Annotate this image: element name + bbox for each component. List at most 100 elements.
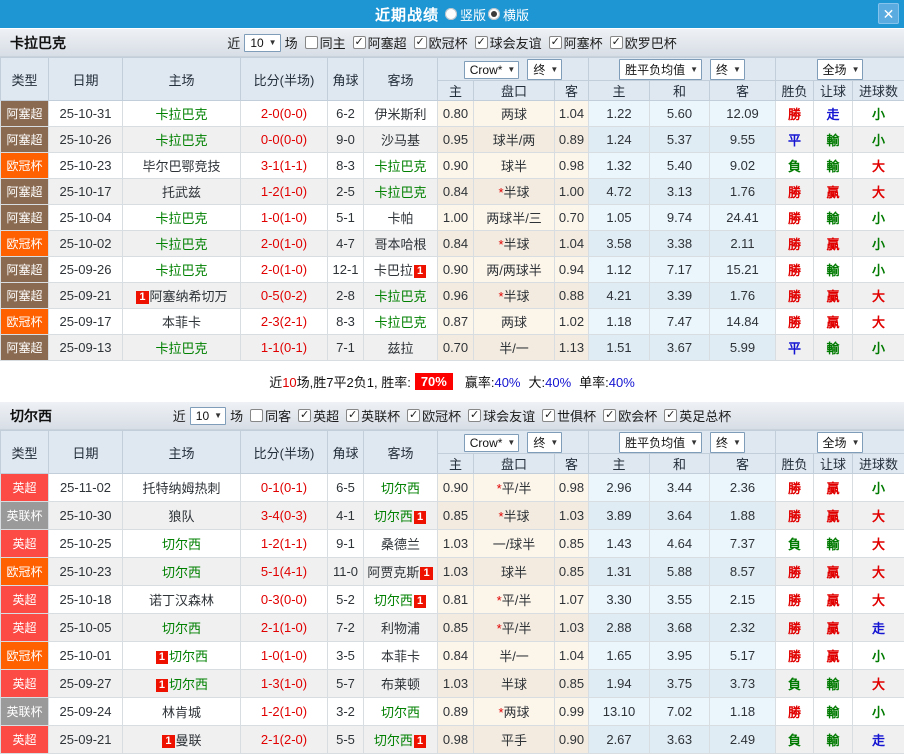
match-count-select[interactable]: 10 ▼ <box>190 407 226 425</box>
odds-source-select[interactable]: Crow* ▼ <box>464 61 520 79</box>
odds-header-group: Crow* ▼ 终 ▼ <box>438 58 589 81</box>
odds-final-select[interactable]: 终 ▼ <box>527 432 562 453</box>
team-label: 桑德兰 <box>381 537 420 552</box>
away-odds-cell: 0.99 <box>555 698 589 726</box>
venue-filter-checkbox[interactable] <box>305 36 318 49</box>
avg-home-cell: 1.24 <box>589 127 650 153</box>
result-handicap-cell: 輸 <box>814 127 853 153</box>
chevron-down-icon: ▼ <box>690 65 698 74</box>
sub-column-header: 和 <box>650 454 710 474</box>
team-label: 利物浦 <box>381 621 420 636</box>
result-handicap-cell: 贏 <box>814 642 853 670</box>
games-label: 场 <box>230 406 243 425</box>
league-checkbox[interactable]: ✓ <box>610 36 623 49</box>
avg-home-cell: 1.18 <box>589 309 650 335</box>
home-odds-cell: 0.96 <box>438 283 474 309</box>
fulltime-select[interactable]: 全场 ▼ <box>817 59 864 80</box>
odds-source-select[interactable]: Crow* ▼ <box>464 434 520 452</box>
score-cell: 2-0(0-0) <box>241 101 328 127</box>
league-type-badge: 英超 <box>1 670 49 698</box>
handicap-star: * <box>498 185 503 200</box>
away-team-cell: 卡拉巴克 <box>364 153 438 179</box>
corner-cell: 12-1 <box>328 257 364 283</box>
date-cell: 25-09-24 <box>49 698 123 726</box>
league-type-badge: 欧冠杯 <box>1 309 49 335</box>
league-checkbox[interactable]: ✓ <box>298 409 311 422</box>
vertical-layout-label[interactable]: 竖版 <box>460 5 486 24</box>
vertical-layout-radio[interactable] <box>445 8 457 20</box>
away-team-cell: 本菲卡 <box>364 642 438 670</box>
league-type-badge: 欧冠杯 <box>1 558 49 586</box>
league-checkbox-label[interactable]: 欧罗巴杯 <box>625 33 677 52</box>
avg-source-select[interactable]: 胜平负均值 ▼ <box>619 59 702 80</box>
league-checkbox-label[interactable]: 英足总杯 <box>679 406 731 425</box>
horizontal-layout-radio[interactable] <box>488 8 500 20</box>
result-handicap-cell: 贏 <box>814 502 853 530</box>
fulltime-select[interactable]: 全场 ▼ <box>817 432 864 453</box>
avg-final-select[interactable]: 终 ▼ <box>710 432 745 453</box>
result-wdl-cell: 勝 <box>776 257 814 283</box>
league-checkbox-label[interactable]: 英超 <box>313 406 339 425</box>
sub-column-header: 客 <box>555 81 589 101</box>
date-cell: 25-10-04 <box>49 205 123 231</box>
avg-source-select[interactable]: 胜平负均值 ▼ <box>619 432 702 453</box>
league-checkbox[interactable]: ✓ <box>353 36 366 49</box>
match-count-select[interactable]: 10 ▼ <box>244 34 280 52</box>
league-checkbox[interactable]: ✓ <box>475 36 488 49</box>
league-checkbox-label[interactable]: 世俱杯 <box>557 406 596 425</box>
table-row: 英超25-09-211曼联2-1(2-0)5-5切尔西10.98平手0.902.… <box>1 726 904 754</box>
league-checkbox-label[interactable]: 欧冠杯 <box>422 406 461 425</box>
score-cell: 3-1(1-1) <box>241 153 328 179</box>
avg-draw-cell: 5.40 <box>650 153 710 179</box>
league-type-badge: 英超 <box>1 474 49 502</box>
league-checkbox[interactable]: ✓ <box>346 409 359 422</box>
venue-filter-checkbox-label[interactable]: 同主 <box>320 33 346 52</box>
away-team-cell: 桑德兰 <box>364 530 438 558</box>
team-label: 阿贾克斯 <box>367 565 419 580</box>
summary-stat: 大:40% <box>529 372 572 391</box>
league-checkbox-label[interactable]: 欧冠杯 <box>429 33 468 52</box>
venue-filter-checkbox-label[interactable]: 同客 <box>265 406 291 425</box>
result-handicap-cell: 贏 <box>814 231 853 257</box>
date-cell: 25-10-31 <box>49 101 123 127</box>
league-checkbox[interactable]: ✓ <box>468 409 481 422</box>
avg-home-cell: 3.30 <box>589 586 650 614</box>
league-checkbox[interactable]: ✓ <box>542 409 555 422</box>
handicap-star: * <box>497 481 502 496</box>
close-icon[interactable]: ✕ <box>878 3 899 24</box>
league-checkbox-label[interactable]: 球会友谊 <box>483 406 535 425</box>
avg-away-cell: 1.76 <box>710 283 776 309</box>
avg-final-select[interactable]: 终 ▼ <box>710 59 745 80</box>
league-checkbox-label[interactable]: 阿塞超 <box>368 33 407 52</box>
horizontal-layout-label[interactable]: 横版 <box>503 5 529 24</box>
result-handicap-cell: 輸 <box>814 726 853 754</box>
result-goals-cell: 小 <box>853 257 904 283</box>
away-odds-cell: 1.04 <box>555 231 589 257</box>
home-odds-cell: 0.89 <box>438 698 474 726</box>
league-checkbox-label[interactable]: 球会友谊 <box>490 33 542 52</box>
chevron-down-icon: ▼ <box>852 65 860 74</box>
league-checkbox[interactable]: ✓ <box>549 36 562 49</box>
league-checkbox[interactable]: ✓ <box>414 36 427 49</box>
league-checkbox[interactable]: ✓ <box>407 409 420 422</box>
column-header: 比分(半场) <box>241 431 328 474</box>
odds-final-select[interactable]: 终 ▼ <box>527 59 562 80</box>
avg-away-cell: 12.09 <box>710 101 776 127</box>
table-row: 英超25-09-271切尔西1-3(1-0)5-7布莱顿1.03半球0.851.… <box>1 670 904 698</box>
avg-away-cell: 2.15 <box>710 586 776 614</box>
league-checkbox[interactable]: ✓ <box>603 409 616 422</box>
away-team-cell: 卡帕 <box>364 205 438 231</box>
league-checkbox-label[interactable]: 欧会杯 <box>618 406 657 425</box>
handicap-cell: *半球 <box>474 231 555 257</box>
fulltime-header-group: 全场 ▼ <box>776 58 904 81</box>
avg-home-cell: 2.67 <box>589 726 650 754</box>
avg-draw-cell: 7.47 <box>650 309 710 335</box>
team-label: 毕尔巴鄂竞技 <box>142 159 220 174</box>
handicap-star: * <box>498 705 503 720</box>
venue-filter-checkbox[interactable] <box>250 409 263 422</box>
league-checkbox-label[interactable]: 英联杯 <box>361 406 400 425</box>
home-team-cell: 狼队 <box>123 502 241 530</box>
league-checkbox-label[interactable]: 阿塞杯 <box>564 33 603 52</box>
chevron-down-icon: ▼ <box>690 438 698 447</box>
league-checkbox[interactable]: ✓ <box>664 409 677 422</box>
